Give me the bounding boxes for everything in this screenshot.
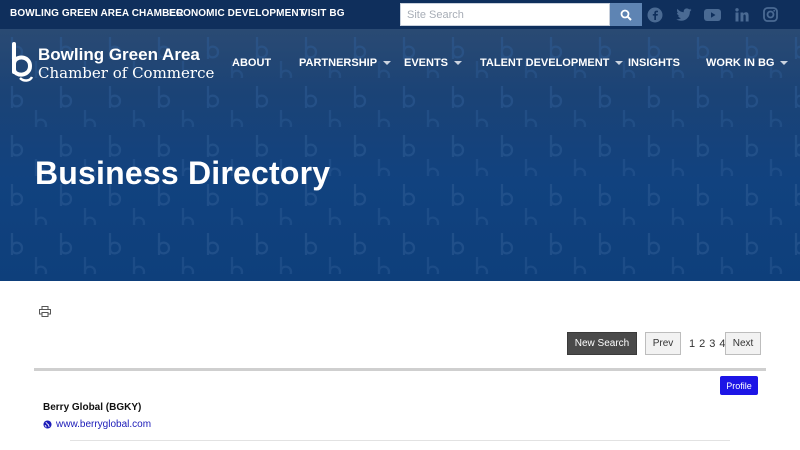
facebook-icon[interactable] — [646, 6, 663, 23]
site-search-input[interactable] — [400, 3, 610, 26]
nav-work-in-bg-label: WORK IN BG — [706, 57, 775, 69]
next-button[interactable]: Next — [725, 332, 761, 355]
results-divider — [34, 368, 766, 371]
nav-events-label: EVENTS — [404, 57, 449, 69]
toplink-chamber[interactable]: BOWLING GREEN AREA CHAMBER — [10, 8, 184, 19]
page-link-3[interactable]: 3 — [709, 338, 715, 350]
top-utility-bar: BOWLING GREEN AREA CHAMBER ECONOMIC DEVE… — [0, 0, 800, 29]
chamber-logo[interactable] — [8, 42, 36, 89]
nav-about-label: ABOUT — [232, 57, 272, 69]
prev-button[interactable]: Prev — [645, 332, 681, 355]
hero-banner: Bowling Green Area Chamber of Commerce A… — [0, 29, 800, 281]
instagram-icon[interactable] — [762, 6, 779, 23]
search-icon — [620, 9, 632, 21]
nav-talent-development-label: TALENT DEVELOPMENT — [480, 57, 610, 69]
company-name[interactable]: Berry Global (BGKY) — [43, 402, 141, 413]
toplink-visit-bg[interactable]: VISIT BG — [301, 8, 345, 19]
page-title: Business Directory — [35, 155, 331, 191]
twitter-icon[interactable] — [675, 6, 692, 23]
logo-title: Bowling Green Area — [38, 45, 200, 64]
nav-about[interactable]: ABOUT — [232, 57, 271, 69]
chevron-down-icon — [780, 61, 789, 65]
print-button[interactable] — [39, 304, 51, 322]
chevron-down-icon — [454, 61, 463, 65]
nav-insights-label: INSIGHTS — [628, 57, 680, 69]
pagination: 1 2 3 4 — [689, 338, 726, 350]
nav-partnership[interactable]: PARTNERSHIP — [299, 57, 392, 69]
toplink-economic-development[interactable]: ECONOMIC DEVELOPMENT — [169, 8, 305, 19]
linkedin-icon[interactable] — [733, 6, 750, 23]
nav-insights[interactable]: INSIGHTS — [628, 57, 680, 69]
chevron-down-icon — [383, 61, 392, 65]
nav-events[interactable]: EVENTS — [404, 57, 463, 69]
print-icon — [39, 306, 51, 317]
globe-icon — [43, 420, 52, 429]
new-search-button[interactable]: New Search — [567, 332, 637, 355]
listing-divider — [70, 440, 730, 441]
search-button[interactable] — [610, 3, 642, 26]
logo-subtitle: Chamber of Commerce — [38, 64, 215, 82]
website-link[interactable]: www.berryglobal.com — [43, 419, 151, 430]
nav-work-in-bg[interactable]: WORK IN BG — [706, 57, 789, 69]
chevron-down-icon — [615, 61, 624, 65]
profile-button[interactable]: Profile — [720, 376, 758, 395]
nav-talent-development[interactable]: TALENT DEVELOPMENT — [480, 57, 624, 69]
youtube-icon[interactable] — [704, 6, 721, 23]
page-link-1[interactable]: 1 — [689, 338, 695, 350]
nav-partnership-label: PARTNERSHIP — [299, 57, 378, 69]
page-link-2[interactable]: 2 — [699, 338, 705, 350]
bg-logo-icon — [12, 42, 34, 82]
website-url: www.berryglobal.com — [56, 419, 152, 430]
